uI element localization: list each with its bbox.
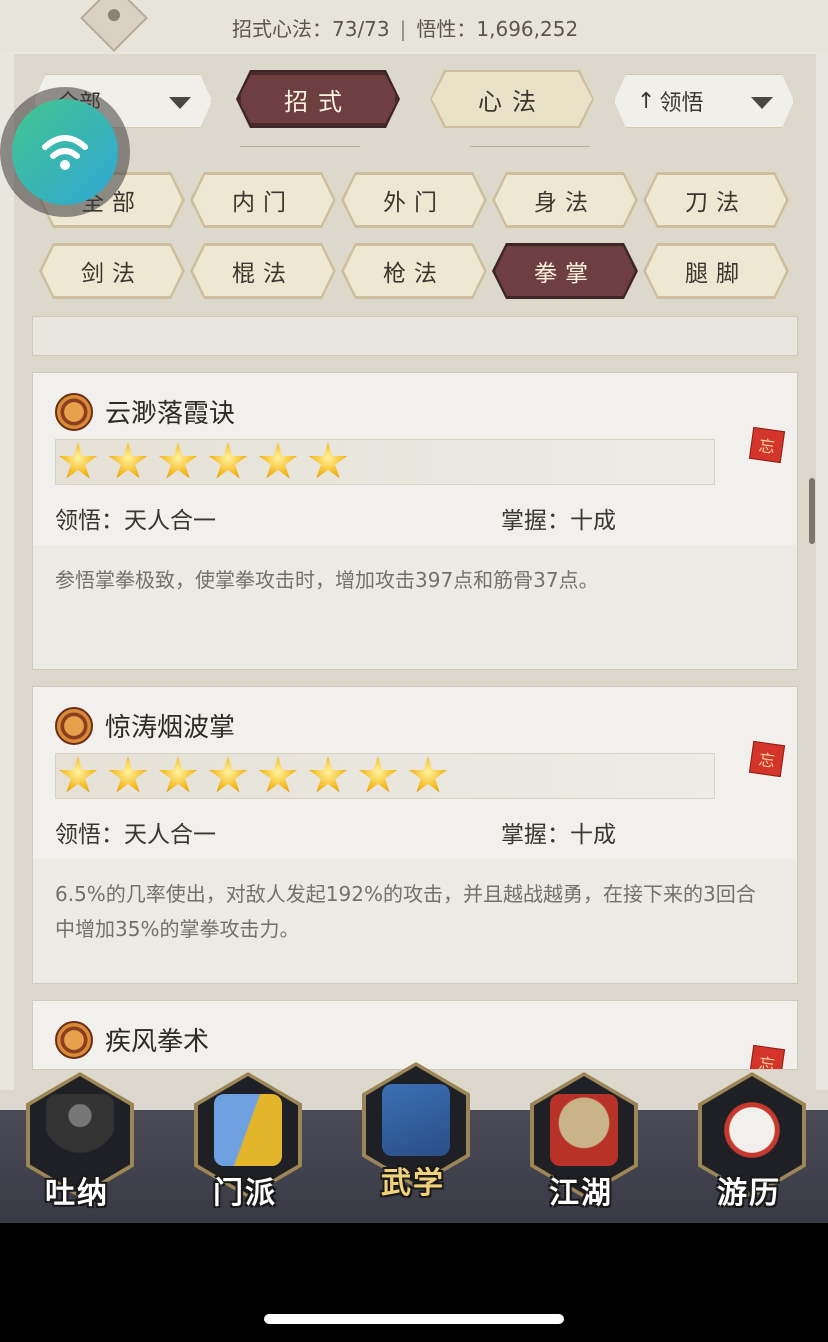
skill-name: 云渺落霞诀 — [105, 399, 236, 429]
martial-books-icon — [382, 1084, 450, 1156]
list-header-strip — [32, 316, 798, 356]
top-stats-bar: 招式心法：73/73 | 悟性：1,696,252 — [0, 0, 828, 52]
skill-description: 参悟掌拳极致，使掌拳攻击时，增加攻击397点和筋骨37点。 — [55, 568, 599, 592]
ornament-divider — [470, 146, 590, 153]
nav-label: 游历 — [717, 1176, 781, 1211]
category-blade[interactable]: 刀法 — [646, 175, 786, 225]
star-icon — [108, 756, 148, 793]
star-icon — [208, 442, 248, 479]
scrollbar-thumb[interactable] — [809, 478, 815, 544]
category-footwork[interactable]: 身法 — [495, 175, 635, 225]
skill-card[interactable]: 惊涛烟波掌 忘 领悟：天人合一 掌握：十成 6.5%的几率使出，对敌人发起192… — [32, 686, 798, 984]
comprehension-label: 领悟：天人合一 — [55, 508, 216, 534]
eye-icon[interactable] — [80, 0, 148, 52]
forget-tag-icon[interactable]: 忘 — [748, 1044, 786, 1070]
star-icon — [358, 756, 398, 793]
moves-count: 招式心法：73/73 — [232, 17, 390, 41]
nav-label: 吐纳 — [45, 1176, 109, 1211]
category-fist-palm[interactable]: 拳掌 — [495, 246, 635, 296]
star-icon — [208, 756, 248, 793]
star-icon — [258, 442, 298, 479]
sect-flags-icon — [214, 1094, 282, 1166]
forget-tag-label: 忘 — [757, 435, 777, 458]
star-icon — [258, 756, 298, 793]
nav-martial-arts[interactable]: 武学 — [358, 1060, 470, 1210]
star-icon — [58, 442, 98, 479]
category-label: 剑法 — [81, 261, 143, 287]
star-icon — [408, 756, 448, 793]
category-leg[interactable]: 腿脚 — [646, 246, 786, 296]
category-label: 内门 — [232, 190, 294, 216]
nav-label: 江湖 — [549, 1176, 613, 1211]
nav-label: 门派 — [213, 1176, 277, 1211]
straw-hat-icon — [550, 1094, 618, 1166]
fist-skill-icon — [55, 1021, 93, 1059]
skill-card-head: 云渺落霞诀 忘 领悟：天人合一 掌握：十成 — [33, 373, 797, 545]
arrow-up-icon: ↑ — [637, 88, 656, 114]
nav-label: 武学 — [381, 1166, 445, 1201]
tab-moves[interactable]: 招式 — [238, 72, 398, 126]
sort-dropdown[interactable]: ↑ 领悟 — [614, 74, 794, 128]
chevron-down-icon — [169, 97, 191, 109]
insight-value: 悟性：1,696,252 — [416, 17, 579, 41]
category-label: 棍法 — [232, 261, 294, 287]
forget-tag-icon[interactable]: 忘 — [748, 426, 786, 464]
star-icon — [308, 442, 348, 479]
skill-description: 6.5%的几率使出，对敌人发起192%的攻击，并且越战越勇，在接下来的3回合中增… — [55, 882, 756, 941]
system-bottom-area — [0, 1223, 828, 1342]
star-icon — [158, 756, 198, 793]
nav-meditation[interactable]: 吐纳 — [22, 1070, 134, 1220]
home-indicator[interactable] — [264, 1314, 564, 1324]
floating-wifi-button[interactable] — [0, 87, 130, 217]
tab-moves-label: 招式 — [284, 87, 352, 116]
tab-mind-arts[interactable]: 心法 — [432, 72, 592, 126]
meditation-figure-icon — [46, 1094, 114, 1166]
tab-mind-label: 心法 — [478, 87, 546, 116]
nav-sect[interactable]: 门派 — [190, 1070, 302, 1220]
category-staff[interactable]: 棍法 — [193, 246, 333, 296]
skill-card-head: 惊涛烟波掌 忘 领悟：天人合一 掌握：十成 — [33, 687, 797, 859]
stats-separator: | — [399, 17, 407, 41]
fist-skill-icon — [55, 393, 93, 431]
category-label: 外门 — [383, 190, 445, 216]
stats-text: 招式心法：73/73 | 悟性：1,696,252 — [232, 13, 578, 42]
star-icon — [308, 756, 348, 793]
category-outer[interactable]: 外门 — [344, 175, 484, 225]
category-label: 腿脚 — [685, 261, 747, 287]
skill-name: 疾风拳术 — [105, 1027, 210, 1057]
white-horse-icon — [718, 1094, 786, 1166]
category-sword[interactable]: 剑法 — [42, 246, 182, 296]
category-inner[interactable]: 内门 — [193, 175, 333, 225]
star-icon — [108, 442, 148, 479]
forget-tag-label: 忘 — [757, 1053, 777, 1070]
star-icon — [58, 756, 98, 793]
comprehension-label: 领悟：天人合一 — [55, 822, 216, 848]
nav-jianghu[interactable]: 江湖 — [526, 1070, 638, 1220]
ornament-divider — [240, 146, 360, 153]
star-rating — [55, 753, 715, 799]
skill-card[interactable]: 云渺落霞诀 忘 领悟：天人合一 掌握：十成 参悟掌拳极致，使掌拳攻击时，增加攻击… — [32, 372, 798, 670]
skill-name: 惊涛烟波掌 — [105, 713, 236, 743]
fist-skill-icon — [55, 707, 93, 745]
category-label: 刀法 — [685, 190, 747, 216]
star-rating — [55, 439, 715, 485]
category-label: 拳掌 — [534, 261, 596, 287]
sort-value: 领悟 — [659, 91, 704, 116]
mastery-label: 掌握：十成 — [501, 508, 616, 534]
chevron-down-icon — [751, 97, 773, 109]
mastery-label: 掌握：十成 — [501, 822, 616, 848]
nav-travel[interactable]: 游历 — [694, 1070, 806, 1220]
wifi-icon — [12, 99, 118, 205]
category-label: 身法 — [534, 190, 596, 216]
category-spear[interactable]: 枪法 — [344, 246, 484, 296]
wifi-glyph — [42, 135, 88, 170]
forget-tag-icon[interactable]: 忘 — [748, 740, 786, 778]
star-icon — [158, 442, 198, 479]
forget-tag-label: 忘 — [757, 749, 777, 772]
category-label: 枪法 — [383, 261, 445, 287]
